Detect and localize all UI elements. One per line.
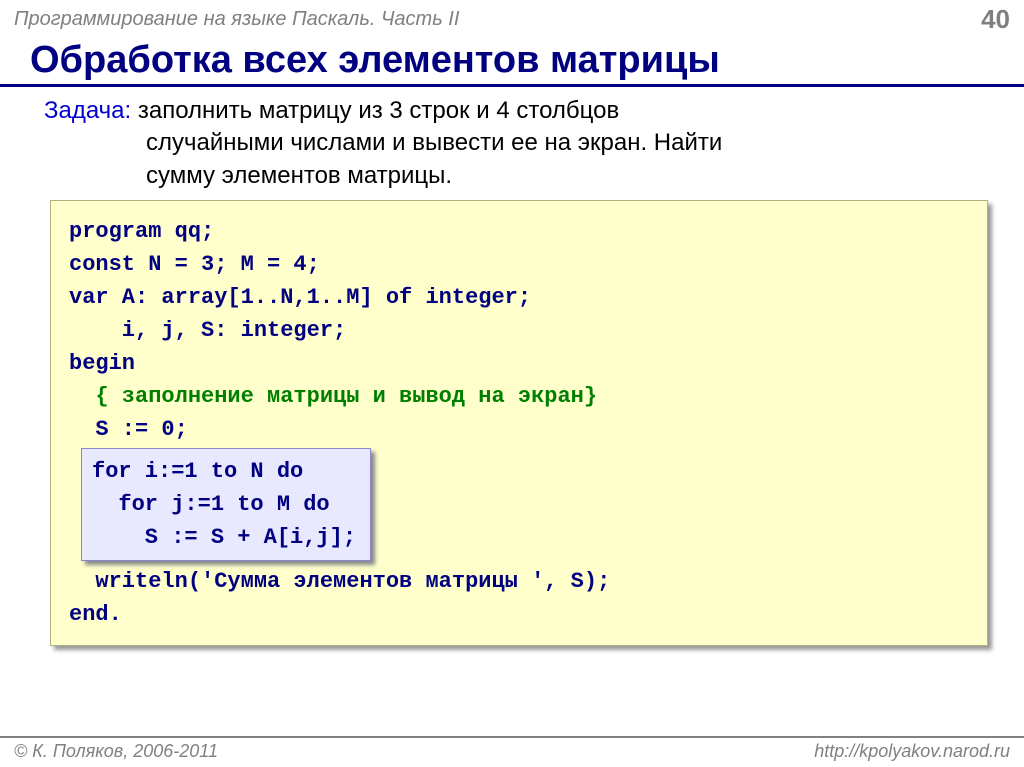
code-block: program qq; const N = 3; M = 4; var A: a… [50,200,988,646]
code-pre: program qq; const N = 3; M = 4; var A: a… [69,215,969,631]
header-title: Программирование на языке Паскаль. Часть… [14,8,459,31]
task-statement: Задача: заполнить матрицу из 3 строк и 4… [44,95,994,192]
footer: © К. Поляков, 2006-2011 http://kpolyakov… [0,736,1024,767]
code-comment: { заполнение матрицы и вывод на экран} [69,384,597,409]
inner-box: for i:=1 to N do for j:=1 to M do S := S… [81,448,371,561]
code-line: writeln('Сумма элементов матрицы ', S); [69,569,610,594]
code-line: i, j, S: integer; [69,318,346,343]
content: Задача: заполнить матрицу из 3 строк и 4… [0,87,1024,646]
task-text-1: заполнить матрицу из 3 строк и 4 столбцо… [131,97,619,124]
task-text-2: случайными числами и вывести ее на экран… [146,127,994,159]
code-line: S := 0; [69,417,188,442]
page-number: 40 [981,4,1010,35]
footer-url: http://kpolyakov.narod.ru [814,741,1010,762]
slide-title: Обработка всех элементов матрицы [0,39,1024,87]
copyright: © К. Поляков, 2006-2011 [14,741,218,762]
code-line: const N = 3; M = 4; [69,252,320,277]
code-line: for i:=1 to N do [92,459,303,484]
task-label: Задача: [44,97,131,124]
code-line: var A: array[1..N,1..M] of integer; [69,285,531,310]
code-line: for j:=1 to M do [92,492,330,517]
code-line: begin [69,351,135,376]
code-line: S := S + A[i,j]; [92,525,356,550]
task-text-3: сумму элементов матрицы. [146,160,994,192]
code-line: program qq; [69,219,214,244]
code-line: end. [69,602,122,627]
header: Программирование на языке Паскаль. Часть… [0,0,1024,37]
